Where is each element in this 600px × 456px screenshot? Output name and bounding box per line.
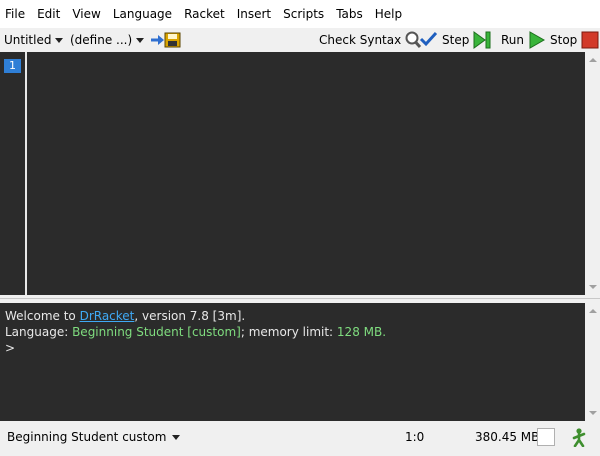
line-number: 1	[4, 59, 21, 73]
step-icon	[473, 31, 491, 49]
check-syntax-icon	[405, 31, 438, 49]
check-syntax-button[interactable]: Check Syntax	[319, 28, 438, 52]
welcome-prefix: Welcome to	[5, 309, 80, 323]
interactions-scrollbar[interactable]	[585, 303, 600, 421]
menu-file[interactable]: File	[0, 0, 31, 28]
welcome-suffix: , version 7.8 [3m].	[134, 309, 246, 323]
define-menu-label: (define ...)	[70, 33, 133, 47]
chevron-down-icon	[55, 37, 64, 43]
repl-prompt[interactable]: >	[5, 341, 15, 355]
memory-usage[interactable]: 380.45 MB	[475, 425, 539, 450]
definitions-editor[interactable]: 1	[0, 52, 585, 295]
define-menu-dropdown[interactable]: (define ...)	[70, 28, 145, 52]
stop-icon	[581, 31, 599, 49]
menu-help[interactable]: Help	[369, 0, 408, 28]
menu-view[interactable]: View	[66, 0, 106, 28]
memory-limit-value: 128 MB.	[336, 325, 387, 339]
scroll-up-icon[interactable]	[589, 309, 597, 313]
run-icon	[529, 31, 546, 49]
interactions-pane[interactable]: Welcome to DrRacket, version 7.8 [3m]. L…	[0, 303, 585, 421]
cursor-position: 1:0	[405, 430, 425, 444]
memory-indicator-box	[537, 428, 555, 446]
memory-prefix: ; memory limit:	[240, 325, 337, 339]
menu-racket[interactable]: Racket	[178, 0, 231, 28]
scroll-down-icon[interactable]	[589, 411, 597, 415]
run-button[interactable]: Run	[501, 28, 546, 52]
language-selector[interactable]: Beginning Student custom	[7, 425, 181, 450]
stop-button[interactable]: Stop	[550, 28, 599, 52]
gc-walker-icon	[571, 428, 587, 456]
save-icon	[151, 32, 181, 48]
step-label: Step	[442, 33, 470, 47]
save-button[interactable]	[150, 28, 182, 52]
stop-label: Stop	[550, 33, 578, 47]
menu-bar: File Edit View Language Racket Insert Sc…	[0, 0, 600, 28]
toolbar: Untitled (define ...) Check Syntax Step …	[0, 28, 600, 52]
check-syntax-label: Check Syntax	[319, 33, 402, 47]
splitter-grip	[0, 298, 600, 299]
welcome-line: Welcome to DrRacket, version 7.8 [3m].	[5, 309, 245, 323]
menu-insert[interactable]: Insert	[231, 0, 277, 28]
menu-scripts[interactable]: Scripts	[277, 0, 330, 28]
chevron-down-icon	[172, 435, 181, 440]
line-number-gutter: 1	[0, 52, 27, 295]
language-line: Language: Beginning Student [custom]; me…	[5, 325, 386, 339]
status-bar: Beginning Student custom 1:0 380.45 MB	[0, 425, 600, 450]
language-selector-label: Beginning Student custom	[7, 430, 167, 444]
menu-edit[interactable]: Edit	[31, 0, 66, 28]
drracket-link[interactable]: DrRacket	[80, 309, 135, 323]
menu-tabs[interactable]: Tabs	[330, 0, 369, 28]
language-value: Beginning Student [custom]	[72, 325, 241, 339]
step-button[interactable]: Step	[442, 28, 492, 52]
scroll-down-icon[interactable]	[589, 285, 597, 289]
scroll-up-icon[interactable]	[589, 58, 597, 62]
menu-language[interactable]: Language	[107, 0, 178, 28]
definitions-scrollbar[interactable]	[585, 52, 600, 295]
chevron-down-icon	[136, 37, 145, 43]
file-name-dropdown[interactable]: Untitled	[4, 28, 64, 52]
run-label: Run	[501, 33, 525, 47]
pane-splitter[interactable]	[0, 295, 600, 303]
file-name-label: Untitled	[4, 33, 52, 47]
language-prefix: Language:	[5, 325, 73, 339]
